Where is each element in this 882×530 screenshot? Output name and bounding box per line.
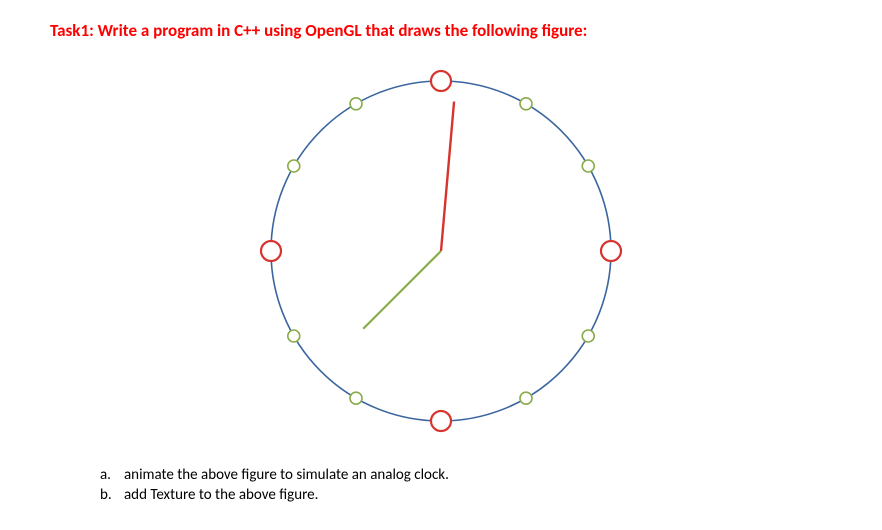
subtask-list: a. animate the above figure to simulate …	[100, 466, 832, 504]
subtask-letter: b.	[100, 486, 124, 504]
clock-figure-container	[50, 61, 832, 441]
subtask-text: add Texture to the above figure.	[124, 486, 318, 504]
list-item: a. animate the above figure to simulate …	[100, 466, 832, 484]
subtask-text: animate the above figure to simulate an …	[124, 466, 449, 484]
list-item: b. add Texture to the above figure.	[100, 486, 832, 504]
task-heading: Task1: Write a program in C++ using Open…	[50, 20, 832, 41]
subtask-letter: a.	[100, 466, 124, 484]
clock-figure	[251, 61, 631, 441]
